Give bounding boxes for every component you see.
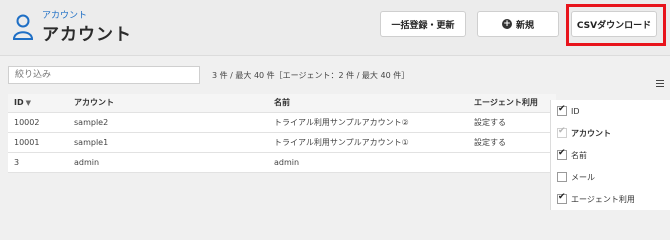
highlight-box	[566, 4, 666, 46]
column-option-account: アカウント	[557, 126, 611, 140]
table-header-row: ID ▼ アカウント 名前 エージェント利用	[8, 94, 556, 113]
column-option-label: アカウント	[571, 128, 611, 138]
header-account[interactable]: アカウント	[68, 94, 268, 113]
column-option-id[interactable]: ID	[557, 104, 580, 118]
accounts-table: ID ▼ アカウント 名前 エージェント利用 10002 sample2 トライア…	[8, 94, 556, 173]
result-count: 3 件 / 最大 40 件［エージェント：2 件 / 最大 40 件］	[212, 71, 410, 80]
new-label: 新規	[515, 20, 534, 31]
new-button[interactable]: + 新規	[477, 11, 559, 37]
plus-icon: +	[501, 19, 512, 29]
column-option-label: エージェント利用	[571, 194, 635, 204]
column-option-label: メール	[571, 172, 595, 182]
cell-agent: 設定する	[468, 132, 556, 153]
column-option-name[interactable]: 名前	[557, 148, 587, 162]
filter-input[interactable]	[8, 66, 200, 84]
page-header: アカウント アカウント 一括登録・更新 + 新規 CSVダウンロード	[0, 0, 670, 56]
table-row[interactable]: 10002 sample2 トライアル利用サンプルアカウント② 設定する	[8, 112, 556, 133]
cell-id: 10002	[8, 112, 68, 133]
user-icon	[12, 14, 34, 40]
header-id[interactable]: ID ▼	[8, 94, 68, 113]
menu-icon[interactable]	[656, 80, 664, 88]
cell-id: 3	[8, 152, 68, 173]
bulk-register-label: 一括登録・更新	[391, 20, 455, 31]
checkbox[interactable]	[557, 192, 567, 204]
column-option-email[interactable]: メール	[557, 170, 595, 184]
cell-name: admin	[268, 152, 468, 173]
table-row[interactable]: 10001 sample1 トライアル利用サンプルアカウント① 設定する	[8, 132, 556, 153]
header-name[interactable]: 名前	[268, 94, 468, 113]
column-option-agent[interactable]: エージェント利用	[557, 192, 635, 206]
cell-account: sample2	[68, 112, 268, 133]
cell-agent	[468, 152, 556, 173]
column-option-label: ID	[571, 106, 580, 116]
cell-account: admin	[68, 152, 268, 173]
bulk-register-button[interactable]: 一括登録・更新	[380, 11, 466, 37]
cell-name: トライアル利用サンプルアカウント②	[268, 112, 468, 133]
header-agent[interactable]: エージェント利用	[468, 94, 556, 113]
cell-name: トライアル利用サンプルアカウント①	[268, 132, 468, 153]
cell-agent: 設定する	[468, 112, 556, 133]
checkbox	[557, 126, 567, 138]
table-row[interactable]: 3 admin admin	[8, 152, 556, 173]
cell-id: 10001	[8, 132, 68, 153]
column-option-label: 名前	[571, 150, 587, 160]
cell-account: sample1	[68, 132, 268, 153]
checkbox[interactable]	[557, 148, 567, 160]
sort-down-icon: ▼	[25, 99, 32, 108]
checkbox[interactable]	[557, 104, 567, 116]
page-title: アカウント	[42, 25, 132, 45]
checkbox[interactable]	[557, 172, 567, 182]
column-visibility-panel: ID アカウント 名前 メール エージェント利用	[550, 100, 670, 210]
